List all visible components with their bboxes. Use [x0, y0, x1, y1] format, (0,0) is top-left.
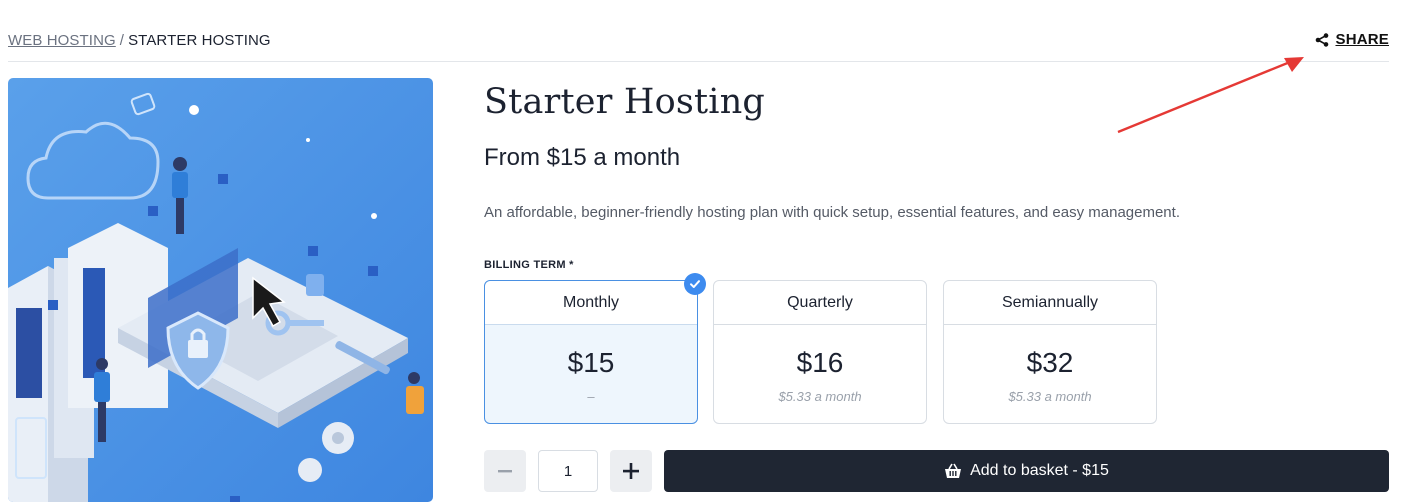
selected-check-icon — [684, 273, 706, 295]
billing-option-monthly[interactable]: Monthly $15 – — [484, 273, 706, 424]
billing-option-name: Semiannually — [944, 281, 1156, 325]
quantity-input[interactable] — [538, 450, 598, 492]
share-label: SHARE — [1335, 31, 1389, 48]
billing-term-label: BILLING TERM * — [484, 259, 574, 271]
billing-option-name: Quarterly — [714, 281, 926, 325]
product-image — [8, 78, 433, 502]
annotation-arrow-icon — [1117, 57, 1304, 134]
share-icon — [1316, 32, 1329, 47]
product-title: Starter Hosting — [484, 82, 766, 122]
hosting-illustration — [8, 78, 433, 502]
minus-icon — [498, 470, 512, 473]
basket-icon — [945, 463, 962, 478]
share-button[interactable]: SHARE — [1315, 31, 1389, 48]
billing-option-semiannually[interactable]: Semiannually $32 $5.33 a month — [943, 280, 1157, 424]
price-from: From $15 a month — [484, 144, 681, 171]
breadcrumb-current: STARTER HOSTING — [128, 32, 271, 49]
product-description: An affordable, beginner-friendly hosting… — [484, 204, 1180, 221]
billing-option-price: $32 — [1026, 347, 1074, 378]
billing-option-name: Monthly — [485, 281, 697, 325]
quantity-increment-button[interactable] — [610, 450, 652, 492]
breadcrumb-separator: / — [119, 32, 125, 49]
billing-option-note: – — [587, 389, 595, 404]
add-to-basket-button[interactable]: Add to basket - $15 — [664, 450, 1389, 492]
breadcrumb-link-web-hosting[interactable]: WEB HOSTING — [8, 32, 116, 49]
billing-option-note: $5.33 a month — [1008, 389, 1092, 404]
add-to-basket-label: Add to basket - $15 — [970, 462, 1109, 479]
billing-option-quarterly[interactable]: Quarterly $16 $5.33 a month — [713, 280, 927, 424]
billing-option-price: $15 — [567, 347, 615, 378]
billing-option-note: $5.33 a month — [778, 389, 862, 404]
billing-option-price: $16 — [796, 347, 844, 378]
breadcrumb: WEB HOSTING / STARTER HOSTING — [8, 32, 271, 49]
plus-icon — [623, 463, 639, 479]
quantity-decrement-button[interactable] — [484, 450, 526, 492]
